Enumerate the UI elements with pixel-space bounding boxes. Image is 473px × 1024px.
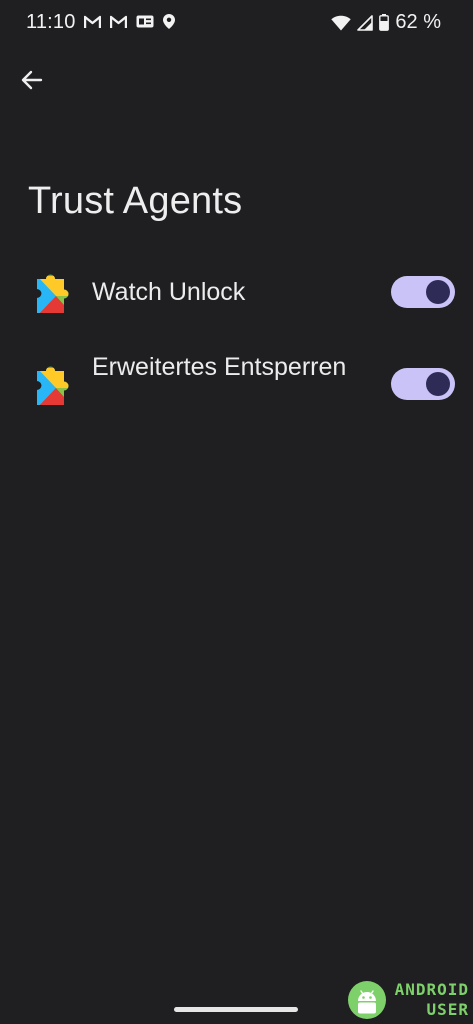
page-title: Trust Agents — [28, 180, 243, 222]
android-robot-logo-icon — [348, 981, 386, 1019]
cell-signal-icon — [357, 14, 374, 31]
android-user-watermark: ANDROID USER — [341, 976, 473, 1024]
toggle-knob — [426, 280, 450, 304]
back-button[interactable] — [14, 62, 50, 98]
wifi-icon — [331, 15, 352, 30]
settings-screen: 11:10 62 % Trust Agents Watch Unlock Erw… — [0, 0, 473, 1024]
system-icons: 62 % — [331, 11, 441, 34]
trust-agent-item-watch-unlock[interactable]: Watch Unlock — [0, 258, 473, 326]
notification-icons — [84, 14, 175, 29]
google-play-services-icon — [37, 274, 69, 313]
trust-agent-label: Watch Unlock — [92, 278, 246, 306]
extended-unlock-toggle[interactable] — [391, 368, 455, 400]
gmail-icon — [84, 15, 101, 28]
toggle-knob — [426, 372, 450, 396]
gmail-icon — [110, 15, 127, 28]
status-bar: 11:10 62 % — [0, 0, 473, 48]
watermark-line-1: ANDROID — [394, 980, 469, 999]
battery-icon — [379, 14, 390, 31]
google-play-services-icon — [37, 366, 69, 405]
battery-percent: 62 % — [395, 11, 441, 33]
trust-agent-label: Erweitertes Entsperren — [92, 353, 347, 381]
news-icon — [136, 15, 154, 28]
trust-agent-item-erweitertes-entsperren[interactable]: Erweitertes Entsperren — [0, 346, 473, 430]
status-time: 11:10 — [26, 11, 76, 33]
location-icon — [163, 14, 175, 29]
arrow-back-icon — [21, 70, 43, 90]
watch-unlock-toggle[interactable] — [391, 276, 455, 308]
gesture-nav-handle[interactable] — [174, 1007, 298, 1012]
watermark-line-2: USER — [426, 1000, 469, 1019]
